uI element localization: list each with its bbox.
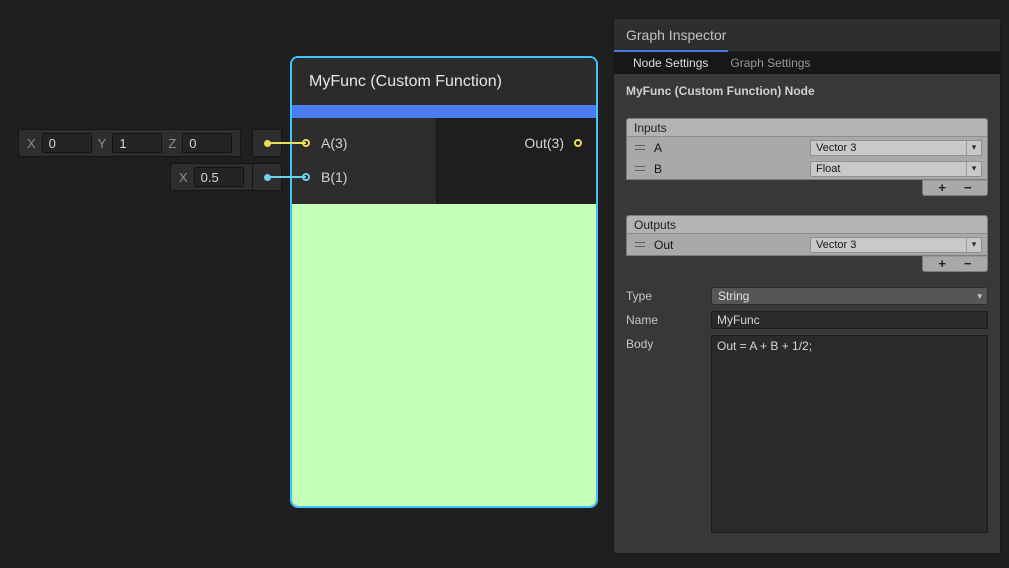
chevron-down-icon: ▾ xyxy=(966,141,981,155)
output-ports-column: Out(3) xyxy=(437,118,596,204)
name-field[interactable]: MyFunc xyxy=(711,311,988,329)
outputs-list: Outputs Out Vector 3 ▾ xyxy=(626,215,988,256)
name-row: Name MyFunc xyxy=(626,311,988,329)
output-out-name: Out xyxy=(654,238,673,252)
list-item[interactable]: B Float ▾ xyxy=(627,158,987,179)
drag-handle-icon[interactable] xyxy=(635,166,645,171)
add-input-button[interactable]: + xyxy=(938,181,946,195)
wire-vector3-to-a xyxy=(266,142,306,144)
axis-label-y: Y xyxy=(98,136,107,151)
output-out-type-dropdown[interactable]: Vector 3 ▾ xyxy=(810,237,982,253)
inspector-heading: MyFunc (Custom Function) Node xyxy=(626,84,988,98)
remove-input-button[interactable]: − xyxy=(964,181,972,195)
list-item[interactable]: A Vector 3 ▾ xyxy=(627,137,987,158)
graph-inspector-panel: Graph Inspector Node Settings Graph Sett… xyxy=(613,18,1001,554)
body-textarea[interactable]: Out = A + B + 1/2; xyxy=(711,335,988,533)
input-a-name: A xyxy=(654,141,662,155)
outputs-list-header: Outputs xyxy=(627,216,987,234)
inspector-tab-bar: Node Settings Graph Settings xyxy=(614,52,1000,74)
tab-graph-settings[interactable]: Graph Settings xyxy=(719,52,821,74)
input-b-name: B xyxy=(654,162,662,176)
output-out-type-value: Vector 3 xyxy=(816,239,856,251)
vector3-z-field[interactable]: 0 xyxy=(182,133,232,153)
wire-float-to-b xyxy=(266,176,306,178)
port-row-a: A(3) xyxy=(292,130,436,156)
port-row-out: Out(3) xyxy=(437,130,596,156)
remove-output-button[interactable]: − xyxy=(964,257,972,271)
port-row-b: B(1) xyxy=(292,164,436,190)
name-label: Name xyxy=(626,313,711,327)
node-ports: A(3) B(1) Out(3) xyxy=(292,118,596,204)
input-ports-column: A(3) B(1) xyxy=(292,118,437,204)
inspector-tab-indicator xyxy=(614,50,728,52)
body-row: Body Out = A + B + 1/2; xyxy=(626,335,988,533)
chevron-down-icon: ▾ xyxy=(966,162,981,176)
type-label: Type xyxy=(626,289,711,303)
output-port-out-label: Out(3) xyxy=(524,135,564,151)
myfunc-custom-function-node[interactable]: MyFunc (Custom Function) A(3) B(1) Out(3… xyxy=(290,56,598,508)
vector3-inline-editor: X 0 Y 1 Z 0 xyxy=(18,129,241,157)
list-item[interactable]: Out Vector 3 ▾ xyxy=(627,234,987,255)
type-value: String xyxy=(718,289,749,303)
vector3-y-field[interactable]: 1 xyxy=(112,133,162,153)
type-dropdown[interactable]: String ▾ xyxy=(711,287,988,305)
input-b-type-value: Float xyxy=(816,163,840,175)
shader-graph-window: X 0 Y 1 Z 0 X 0.5 MyFunc (Custom Functio… xyxy=(0,0,1009,568)
inspector-body: MyFunc (Custom Function) Node Inputs A V… xyxy=(614,74,1000,553)
body-label: Body xyxy=(626,335,711,351)
node-header[interactable]: MyFunc (Custom Function) xyxy=(292,58,596,105)
inputs-list: Inputs A Vector 3 ▾ B Float ▾ xyxy=(626,118,988,180)
input-port-b-label: B(1) xyxy=(321,169,347,185)
input-a-type-dropdown[interactable]: Vector 3 ▾ xyxy=(810,140,982,156)
float-inline-editor: X 0.5 xyxy=(170,163,253,191)
axis-label-x: X xyxy=(27,136,36,151)
input-a-type-value: Vector 3 xyxy=(816,142,856,154)
input-b-type-dropdown[interactable]: Float ▾ xyxy=(810,161,982,177)
drag-handle-icon[interactable] xyxy=(635,242,645,247)
add-output-button[interactable]: + xyxy=(938,257,946,271)
chevron-down-icon: ▾ xyxy=(966,238,981,252)
axis-label-z: Z xyxy=(168,136,176,151)
type-row: Type String ▾ xyxy=(626,287,988,305)
float-x-field[interactable]: 0.5 xyxy=(194,167,244,187)
inspector-title: Graph Inspector xyxy=(626,27,726,43)
inputs-list-header: Inputs xyxy=(627,119,987,137)
outputs-list-footer: + − xyxy=(922,256,988,272)
chevron-down-icon: ▾ xyxy=(977,291,987,302)
axis-label-x: X xyxy=(179,170,188,185)
node-title: MyFunc (Custom Function) xyxy=(309,73,502,91)
drag-handle-icon[interactable] xyxy=(635,145,645,150)
node-accent-bar xyxy=(292,105,596,118)
output-port-out-icon[interactable] xyxy=(574,139,582,147)
input-port-a-label: A(3) xyxy=(321,135,347,151)
inputs-list-footer: + − xyxy=(922,180,988,196)
node-preview-area xyxy=(292,204,596,506)
tab-node-settings[interactable]: Node Settings xyxy=(622,52,719,74)
vector3-x-field[interactable]: 0 xyxy=(42,133,92,153)
inspector-title-bar[interactable]: Graph Inspector xyxy=(614,19,1000,52)
